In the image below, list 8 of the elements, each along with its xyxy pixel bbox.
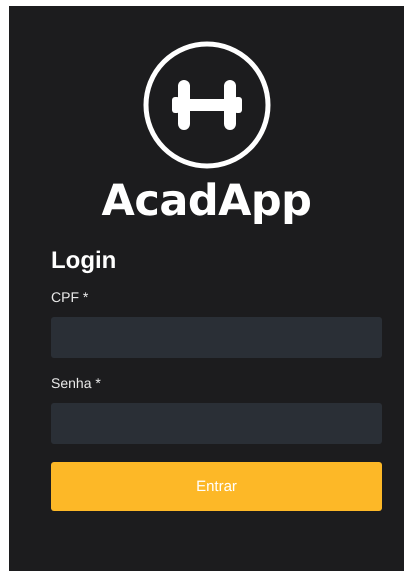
dumbbell-logo-icon [142, 40, 272, 170]
field-label: CPF * [51, 288, 88, 306]
submit-button[interactable]: Entrar [51, 462, 382, 511]
form-title: Login [51, 246, 116, 276]
field-label: Senha * [51, 374, 101, 392]
input-field[interactable] [51, 317, 382, 358]
input-field[interactable] [51, 403, 382, 444]
brand-name: AcadApp [102, 176, 312, 226]
